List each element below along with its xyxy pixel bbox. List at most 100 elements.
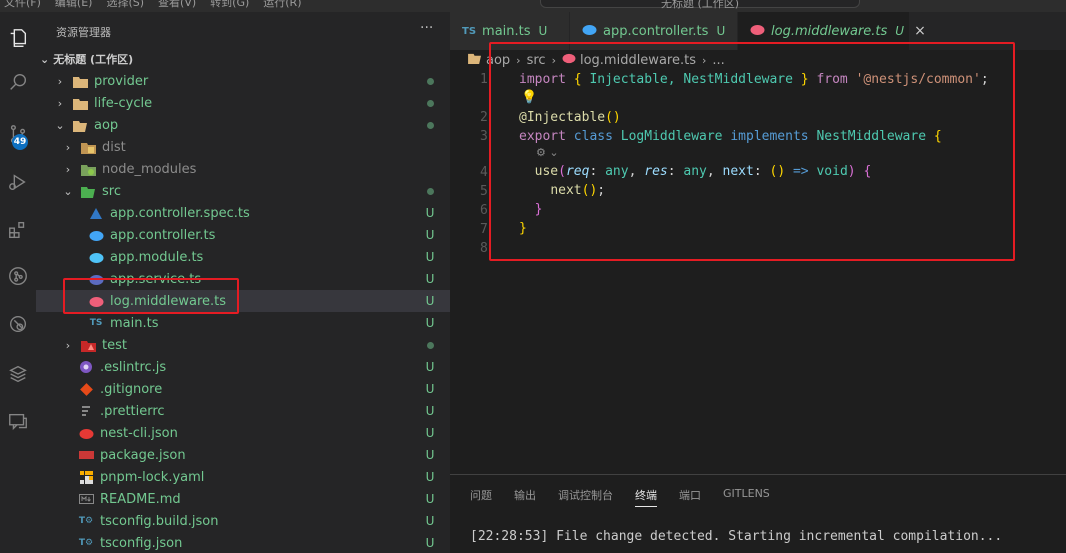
folder-open-icon bbox=[72, 117, 88, 133]
tree-item-nest-cli[interactable]: nest-cli.json U bbox=[36, 422, 450, 444]
tsconfig-icon: T⚙ bbox=[78, 516, 94, 526]
test-file-icon bbox=[88, 205, 104, 221]
tree-item-app-controller[interactable]: app.controller.ts U bbox=[36, 224, 450, 246]
tree-label: README.md bbox=[100, 491, 181, 507]
tab-label: main.ts bbox=[482, 23, 531, 39]
workspace-header[interactable]: ⌄ 无标题 (工作区) bbox=[36, 48, 450, 70]
tree-label: node_modules bbox=[102, 161, 197, 177]
tree-item-life-cycle[interactable]: › life-cycle bbox=[36, 92, 450, 114]
search-icon[interactable] bbox=[0, 64, 36, 100]
folder-dist-icon bbox=[80, 139, 96, 155]
tree-item-tsconfig-build[interactable]: T⚙ tsconfig.build.json U bbox=[36, 510, 450, 532]
explorer-icon[interactable] bbox=[0, 20, 36, 56]
remote-explorer-icon[interactable] bbox=[0, 306, 36, 342]
tree-item-package-json[interactable]: package.json U bbox=[36, 444, 450, 466]
chevron-down-icon: ⌄ bbox=[63, 184, 73, 198]
title-bar: 文件(F) 编辑(E) 选择(S) 查看(V) 转到(G) 运行(R) 无标题 … bbox=[0, 0, 1066, 12]
tree-label: .gitignore bbox=[100, 381, 163, 397]
panel-tab-problems[interactable]: 问题 bbox=[470, 487, 492, 507]
tab-label: log.middleware.ts bbox=[771, 23, 888, 39]
tree-item-test[interactable]: › test bbox=[36, 334, 450, 356]
panel-tab-ports[interactable]: 端口 bbox=[679, 487, 701, 507]
panel-tab-terminal[interactable]: 终端 bbox=[635, 487, 657, 507]
nest-controller-icon bbox=[582, 23, 597, 40]
chevron-right-icon: › bbox=[65, 140, 71, 154]
menu-go[interactable]: 转到(G) bbox=[210, 0, 249, 10]
tree-label: .prettierrc bbox=[100, 403, 165, 419]
run-debug-icon[interactable] bbox=[0, 164, 36, 200]
tree-item-node-modules[interactable]: › node_modules bbox=[36, 158, 450, 180]
chevron-right-icon: › bbox=[65, 338, 71, 352]
status-u: U bbox=[425, 272, 435, 286]
close-icon[interactable]: × bbox=[914, 23, 926, 39]
tree-item-prettierrc[interactable]: .prettierrc U bbox=[36, 400, 450, 422]
status-dot bbox=[424, 338, 436, 352]
extensions-icon[interactable] bbox=[0, 212, 36, 248]
chevron-down-icon: ⌄ bbox=[40, 52, 50, 66]
tree-item-tsconfig[interactable]: T⚙ tsconfig.json U bbox=[36, 532, 450, 553]
tree-item-dist[interactable]: › dist bbox=[36, 136, 450, 158]
panel-tab-output[interactable]: 输出 bbox=[514, 487, 536, 507]
line-number: 7 bbox=[480, 222, 488, 237]
menu-selection[interactable]: 选择(S) bbox=[106, 0, 144, 10]
chevron-right-icon: › bbox=[65, 162, 71, 176]
workspace-label: 无标题 (工作区) bbox=[53, 53, 134, 66]
line-number: 5 bbox=[480, 184, 488, 199]
menu-run[interactable]: 运行(R) bbox=[263, 0, 301, 10]
status-u: U bbox=[425, 316, 435, 330]
tree-item-aop[interactable]: ⌄ aop bbox=[36, 114, 450, 136]
tree-label: dist bbox=[102, 139, 126, 155]
nest-icon bbox=[78, 425, 94, 441]
git-icon bbox=[78, 381, 94, 397]
tree-item-gitignore[interactable]: .gitignore U bbox=[36, 378, 450, 400]
menu-edit[interactable]: 编辑(E) bbox=[55, 0, 93, 10]
folder-icon bbox=[72, 95, 88, 111]
tree-item-src[interactable]: ⌄ src bbox=[36, 180, 450, 202]
more-actions-button[interactable]: ··· bbox=[420, 20, 433, 36]
tree-item-readme[interactable]: README.md U bbox=[36, 488, 450, 510]
panel-tab-gitlens[interactable]: GITLENS bbox=[723, 487, 770, 507]
chat-icon[interactable] bbox=[0, 404, 36, 440]
status-dot bbox=[424, 118, 436, 132]
chevron-right-icon: › bbox=[57, 74, 63, 88]
tree-label: aop bbox=[94, 117, 119, 133]
panel-tab-debug-console[interactable]: 调试控制台 bbox=[558, 487, 613, 507]
folder-src-icon bbox=[80, 183, 96, 199]
gitlens-icon[interactable] bbox=[0, 258, 36, 294]
line-number: 3 bbox=[480, 129, 488, 144]
accounts-tree-icon[interactable] bbox=[0, 356, 36, 392]
tree-label: .eslintrc.js bbox=[100, 359, 167, 375]
command-center[interactable]: 无标题 (工作区) bbox=[540, 0, 860, 10]
terminal-output[interactable]: [22:28:53] File change detected. Startin… bbox=[470, 529, 1002, 544]
tree-item-app-controller-spec[interactable]: app.controller.spec.ts U bbox=[36, 202, 450, 224]
tree-item-eslintrc[interactable]: .eslintrc.js U bbox=[36, 356, 450, 378]
status-dot bbox=[424, 96, 436, 110]
tree-item-provider[interactable]: › provider bbox=[36, 70, 450, 92]
tree-item-app-module[interactable]: app.module.ts U bbox=[36, 246, 450, 268]
prettier-icon bbox=[78, 403, 94, 419]
tab-status: U bbox=[895, 24, 905, 38]
status-u: U bbox=[425, 206, 435, 220]
status-u: U bbox=[425, 492, 435, 506]
line-number: 8 bbox=[480, 241, 488, 256]
menu-file[interactable]: 文件(F) bbox=[4, 0, 41, 10]
source-control-badge: 49 bbox=[12, 134, 28, 150]
status-dot bbox=[424, 184, 436, 198]
tree-label: tsconfig.build.json bbox=[100, 513, 219, 529]
folder-icon bbox=[72, 73, 88, 89]
status-u: U bbox=[425, 448, 435, 462]
menu-view[interactable]: 查看(V) bbox=[158, 0, 196, 10]
tree-item-pnpm-lock[interactable]: pnpm-lock.yaml U bbox=[36, 466, 450, 488]
status-u: U bbox=[425, 294, 435, 308]
nest-controller-icon bbox=[88, 227, 104, 243]
status-u: U bbox=[425, 470, 435, 484]
tree-label: app.controller.spec.ts bbox=[110, 205, 250, 221]
tree-item-main[interactable]: TS main.ts U bbox=[36, 312, 450, 334]
npm-icon bbox=[78, 447, 94, 463]
tree-label: pnpm-lock.yaml bbox=[100, 469, 205, 485]
tree-label: test bbox=[102, 337, 127, 353]
tab-status: U bbox=[538, 24, 548, 38]
eslint-icon bbox=[78, 359, 94, 375]
code-highlight-annotation bbox=[489, 42, 1015, 261]
tree-label: package.json bbox=[100, 447, 186, 463]
